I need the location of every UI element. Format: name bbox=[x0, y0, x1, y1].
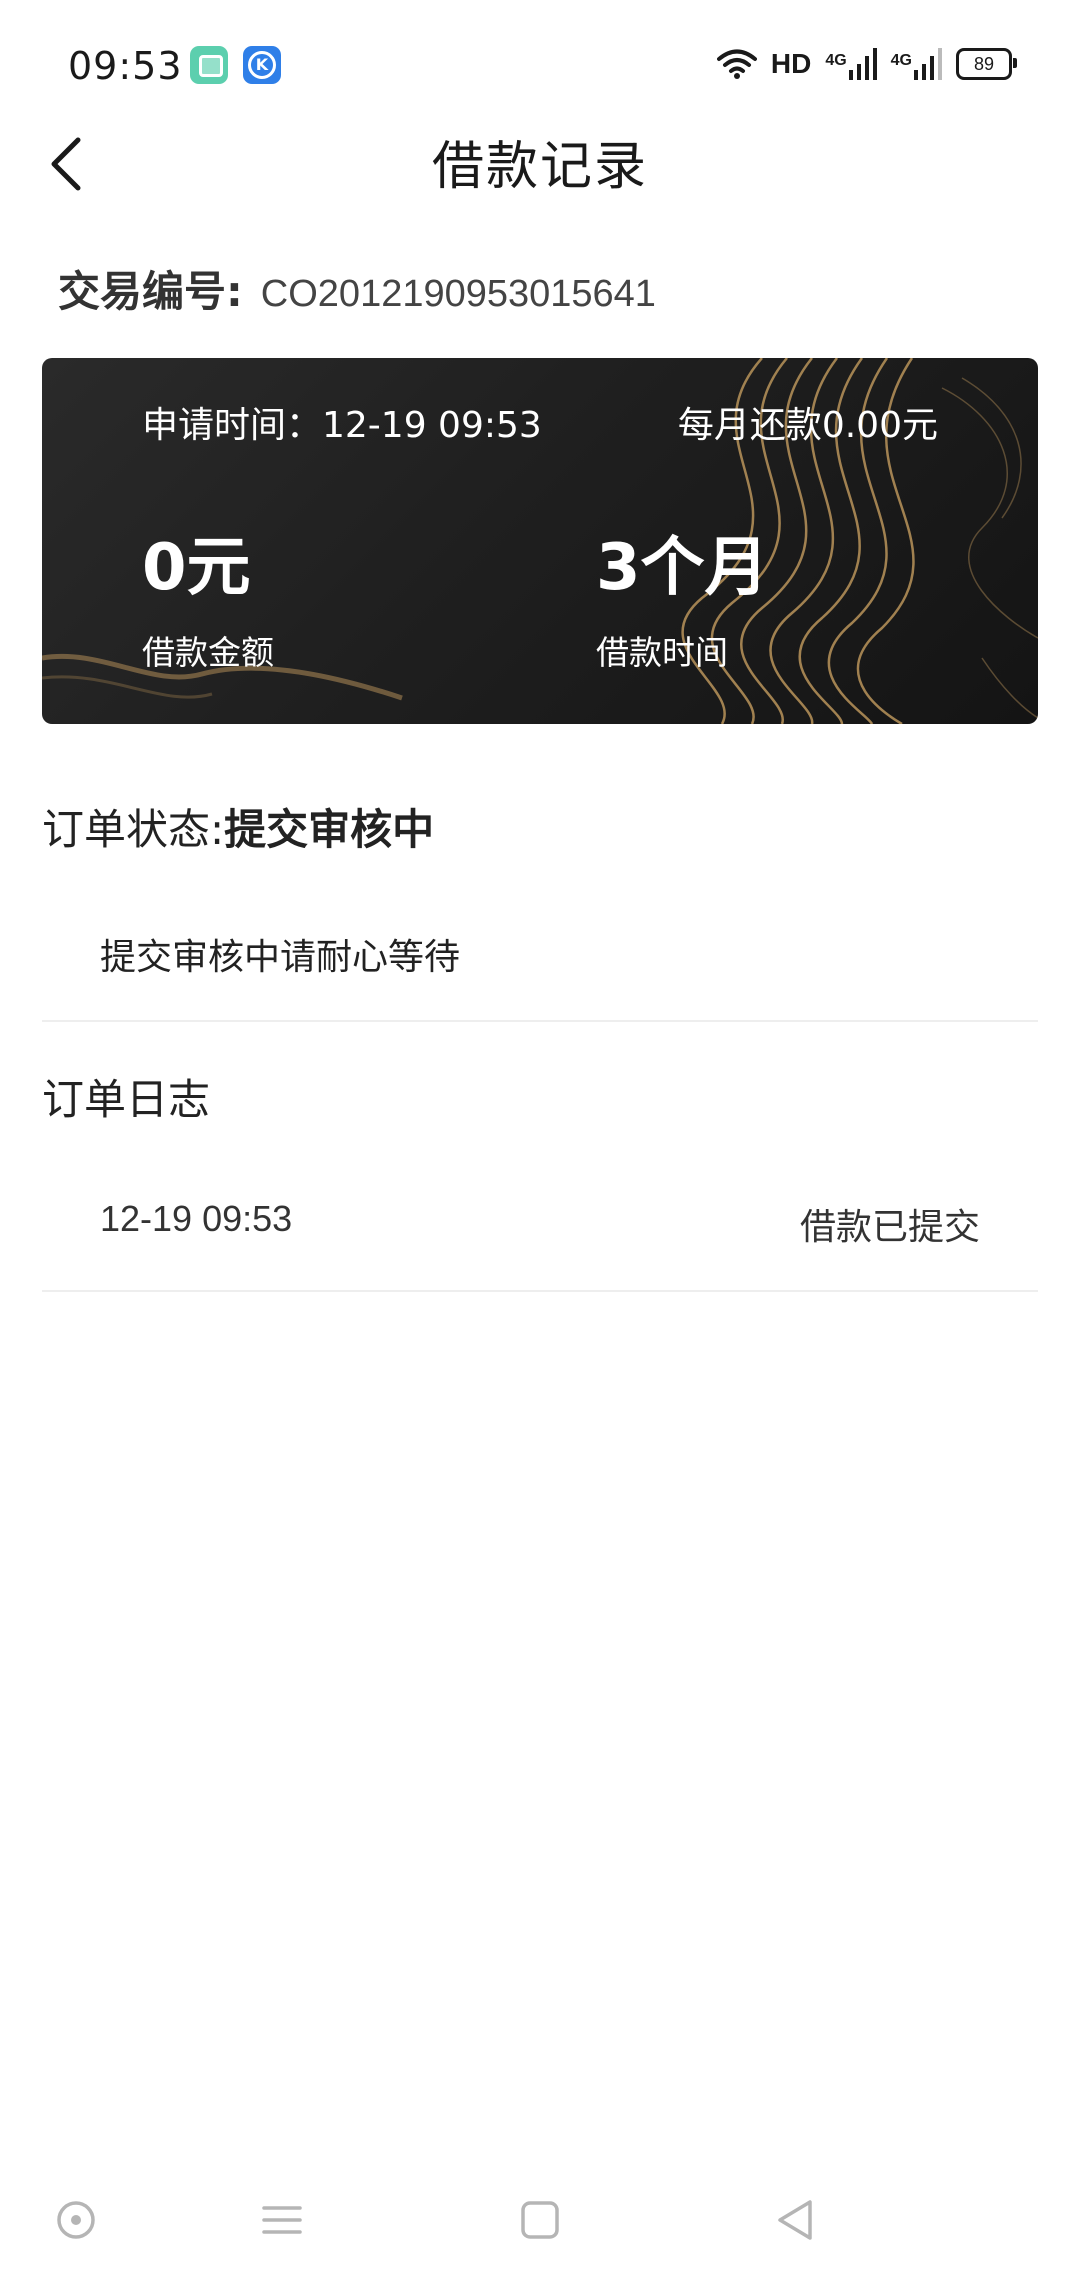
signal-sim2-icon: 4G bbox=[891, 48, 942, 80]
transaction-number-value: CO2012190953015641 bbox=[260, 273, 656, 315]
signal-sim1-icon: 4G bbox=[825, 48, 877, 80]
order-status-label: 订单状态: bbox=[42, 805, 225, 854]
transaction-number-row: 交易编号: CO2012190953015641 bbox=[58, 258, 656, 319]
signal-sim1-label: 4G bbox=[825, 52, 847, 69]
notes-app-icon bbox=[190, 46, 228, 84]
menu-icon[interactable] bbox=[252, 2190, 312, 2250]
system-navigation-bar bbox=[0, 2168, 1080, 2280]
order-log-heading: 订单日志 bbox=[42, 1075, 211, 1124]
order-status-value: 提交审核中 bbox=[224, 805, 435, 854]
transaction-number-label: 交易编号: bbox=[58, 267, 243, 316]
assistant-dot-icon[interactable] bbox=[46, 2190, 106, 2250]
status-bar: 09:53 K HD 4G 4G 89 bbox=[0, 0, 1080, 130]
signal-sim2-label: 4G bbox=[890, 52, 912, 69]
order-status-row: 订单状态:提交审核中 bbox=[42, 796, 434, 857]
home-square-icon[interactable] bbox=[510, 2190, 570, 2250]
status-indicators: HD 4G 4G 89 bbox=[716, 44, 1017, 84]
wifi-icon bbox=[716, 49, 757, 79]
k-app-letter: K bbox=[248, 51, 276, 79]
k-app-icon: K bbox=[243, 46, 281, 84]
loan-term-label: 借款时间 bbox=[596, 633, 728, 672]
monthly-repayment: 每月还款0.00元 bbox=[677, 405, 938, 446]
apply-time: 申请时间：12-19 09:53 bbox=[142, 405, 542, 446]
order-status-detail: 提交审核中请耐心等待 bbox=[100, 937, 461, 978]
log-entry-time: 12-19 09:53 bbox=[100, 1198, 293, 1239]
log-entry-event: 借款已提交 bbox=[799, 1207, 980, 1248]
hd-voice-label: HD bbox=[770, 48, 812, 79]
loan-term: 3个月 bbox=[596, 531, 769, 605]
loan-summary-card: 申请时间：12-19 09:53 每月还款0.00元 0元 借款金额 3个月 借… bbox=[42, 358, 1038, 724]
page-title: 借款记录 bbox=[431, 137, 648, 197]
loan-amount: 0元 bbox=[142, 531, 251, 605]
divider bbox=[42, 1020, 1038, 1022]
battery-level: 89 bbox=[973, 53, 995, 74]
loan-amount-label: 借款金额 bbox=[142, 633, 274, 672]
divider bbox=[42, 1290, 1038, 1292]
status-time: 09:53 bbox=[68, 44, 183, 88]
back-triangle-icon[interactable] bbox=[766, 2190, 826, 2250]
battery-icon: 89 bbox=[956, 48, 1017, 80]
